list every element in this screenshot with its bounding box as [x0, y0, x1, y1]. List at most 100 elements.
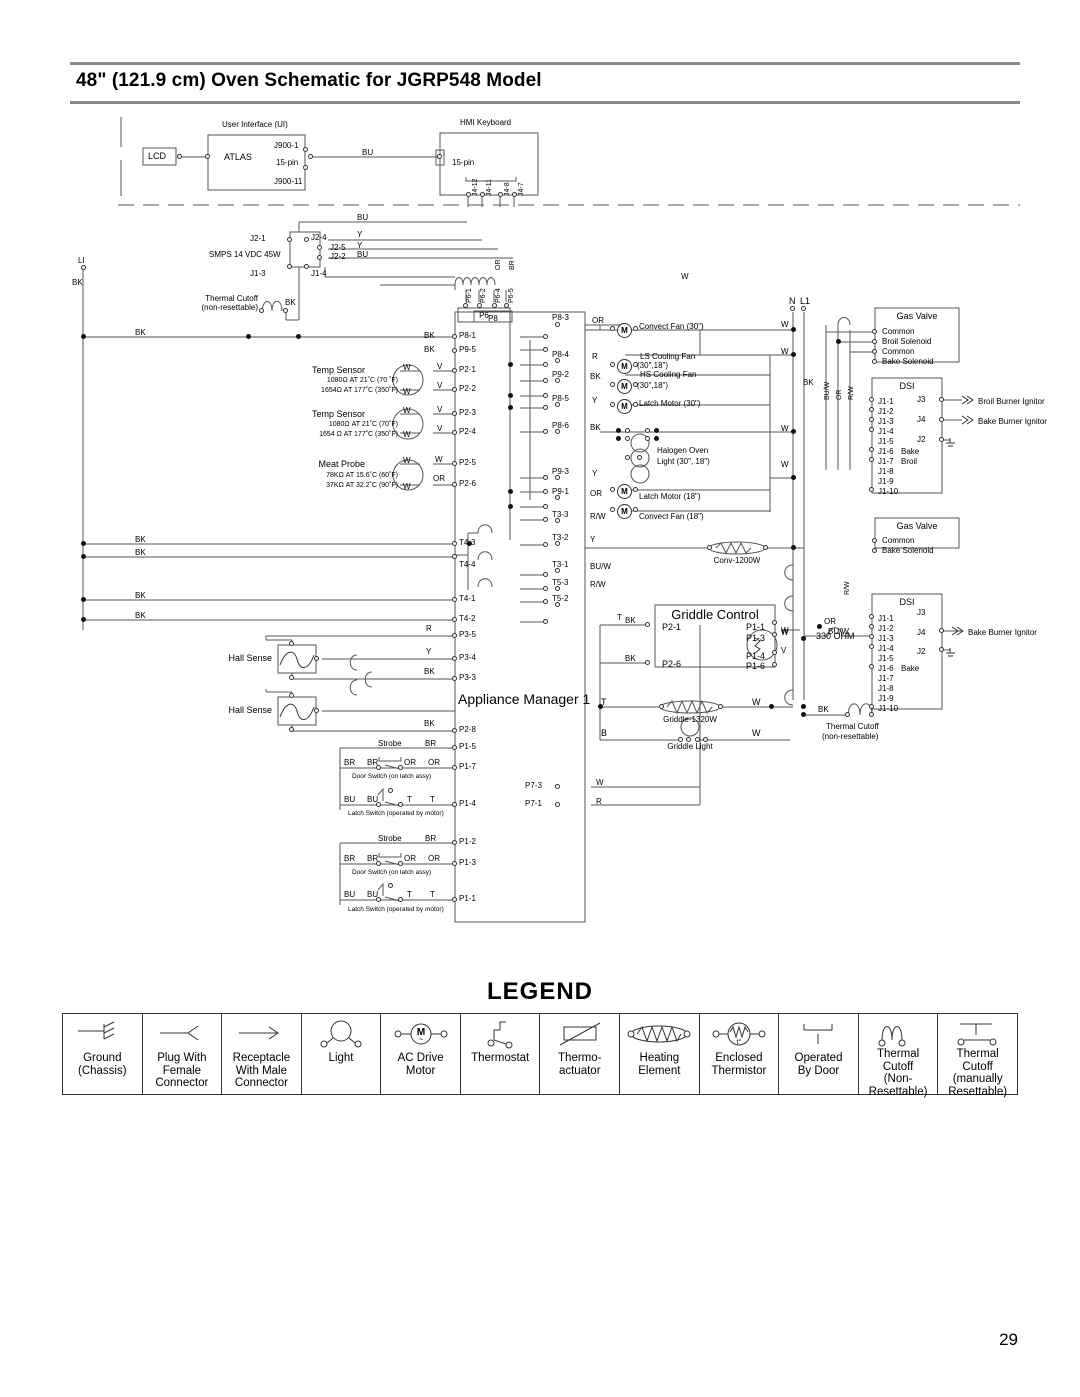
legend-item-ground: Ground (Chassis)	[63, 1014, 143, 1094]
ignitor-arrow-icon	[952, 625, 972, 639]
p6-terminal	[463, 303, 468, 308]
motor-terminal	[633, 402, 638, 407]
motor-terminal	[610, 382, 615, 387]
mains-l1-terminal	[81, 265, 86, 270]
wire-r: R	[426, 624, 432, 633]
gas-valve-top-terminal-broil: Broil Solenoid	[882, 337, 932, 346]
junction-dot	[836, 339, 841, 344]
temp-sensor-2-spec1: 1080Ω AT 21˚C (70˚F)	[328, 421, 398, 428]
junction-dot	[801, 636, 806, 641]
ui-block-title: User Interface (UI)	[222, 120, 288, 129]
junction-dot	[81, 554, 86, 559]
legend-item-heating-element: Heating Element	[620, 1014, 700, 1094]
dsi-top-pin	[869, 417, 874, 422]
am-pin-label-p1-7: P1-7	[459, 762, 476, 771]
am-pin-p2-5	[452, 461, 457, 466]
legend-item-plug-female: Plug With Female Connector	[143, 1014, 223, 1094]
legend-label: Resettable)	[948, 1085, 1008, 1098]
am-out-label-p9-2: P9-2	[552, 370, 569, 379]
latch-switch-1-pivot	[388, 788, 393, 793]
am-internal-pin	[543, 393, 548, 398]
dsi-bottom-j2-terminal	[939, 647, 944, 652]
junction-dot	[81, 541, 86, 546]
latch-switch-1-contact	[398, 802, 403, 807]
latch-motor-30-motor-icon: M	[617, 399, 632, 414]
gas-valve-top-pin	[872, 349, 877, 354]
wire-bu: BU	[344, 890, 356, 899]
am-out-label-p7-1: P7-1	[525, 799, 542, 808]
wire-bu: BU	[344, 795, 356, 804]
am-pin-t4-4	[452, 554, 457, 559]
legend-label: With Male	[235, 1064, 287, 1077]
p6-terminal	[492, 303, 497, 308]
legend-label: By Door	[797, 1064, 840, 1077]
wire-or-vertical: OR	[836, 389, 843, 401]
legend-item-thermo-actuator: Thermo- actuator	[540, 1014, 621, 1094]
junction-dot	[81, 617, 86, 622]
halogen-light-line1: Halogen Oven	[657, 446, 709, 455]
junction-dot	[791, 352, 796, 357]
am-internal-pin	[543, 475, 548, 480]
junction-dot	[508, 489, 513, 494]
am-out-label-t5-2: T5-2	[552, 594, 569, 603]
lcd-pin	[177, 154, 182, 159]
am-pin-label-p2-5: P2-5	[459, 458, 476, 467]
am-pin-p1-1	[452, 897, 457, 902]
wire-w: W	[403, 363, 411, 372]
smps-pin-j2-1: J2-1	[250, 234, 266, 243]
wire-w-griddle-el: W	[752, 697, 761, 707]
wire-or: OR	[428, 854, 440, 863]
ls-cooling-fan-label: LS Cooling Fan	[640, 352, 696, 361]
mains-wire-bk: BK	[135, 548, 146, 557]
legend-label: Thermal Cutoff	[956, 1048, 999, 1073]
legend-label: Thermal Cutoff	[876, 1048, 920, 1073]
wire-t: T	[430, 795, 435, 804]
dsi-bottom-j3-pin: J3	[917, 608, 926, 617]
light-icon	[302, 1018, 381, 1052]
hall-sense-1-label: Hall Sense	[228, 653, 272, 663]
motor-terminal	[610, 326, 615, 331]
dsi-bottom-pin	[869, 634, 874, 639]
ground-chassis-icon	[63, 1018, 142, 1052]
dsi-bottom-j1-5: J1-5	[878, 654, 894, 663]
am-pin-label-p2-3: P2-3	[459, 408, 476, 417]
dsi-top-j2-terminal	[939, 437, 944, 442]
am-pin-label-p3-3: P3-3	[459, 673, 476, 682]
am-pin-label-t4-4: T4-4	[459, 560, 476, 569]
legend-label: Ground	[83, 1052, 122, 1064]
motor-terminal	[610, 402, 615, 407]
mains-wire-bk: BK	[135, 591, 146, 600]
ui-pin-top: J900-1	[274, 141, 299, 150]
am-internal-pin	[543, 586, 548, 591]
dsi-top-j1-8: J1-8	[878, 467, 894, 476]
operated-by-door-icon	[779, 1018, 858, 1052]
junction-dot	[801, 704, 806, 709]
am-pin-p2-3	[452, 411, 457, 416]
schematic-page: 48" (121.9 cm) Oven Schematic for JGRP54…	[0, 0, 1080, 1397]
thermal-cutoff-1-wire: BK	[285, 298, 296, 307]
latch-switch-1-contact	[376, 802, 381, 807]
thermal-cutoff-resettable-icon	[938, 1018, 1017, 1048]
hs-cooling-fan-sizes: (30",18")	[637, 381, 669, 390]
legend-label: Resettable)	[868, 1085, 928, 1098]
motor-wire-or2: OR	[590, 489, 602, 498]
mains-n-terminal	[790, 306, 795, 311]
door-switch-1-strobe-label: Strobe	[378, 739, 402, 748]
am-out-label-t3-3: T3-3	[552, 510, 569, 519]
am-out-pin-p7-3	[555, 784, 560, 789]
meat-probe-name: Meat Probe	[318, 459, 365, 469]
legend-label: Thermostat	[471, 1052, 530, 1064]
wire-br: BR	[425, 739, 437, 748]
legend-label: Receptacle	[232, 1052, 291, 1064]
griddle-element-terminal	[718, 704, 723, 709]
smps-pin-j2-4: J2-4	[311, 233, 327, 242]
broil-burner-ignitor-label: Broil Burner Ignitor	[978, 397, 1045, 406]
legend-label: Plug With	[157, 1052, 207, 1064]
hall-sense-1-terminal	[289, 675, 294, 680]
wire-bk: BK	[818, 705, 829, 714]
am-pin-p9-5	[452, 348, 457, 353]
am-internal-pin	[543, 504, 548, 509]
am-pin-p8-1	[452, 334, 457, 339]
ac-drive-motor-icon: M ~	[381, 1018, 460, 1052]
griddle-control-terminal	[772, 662, 777, 667]
